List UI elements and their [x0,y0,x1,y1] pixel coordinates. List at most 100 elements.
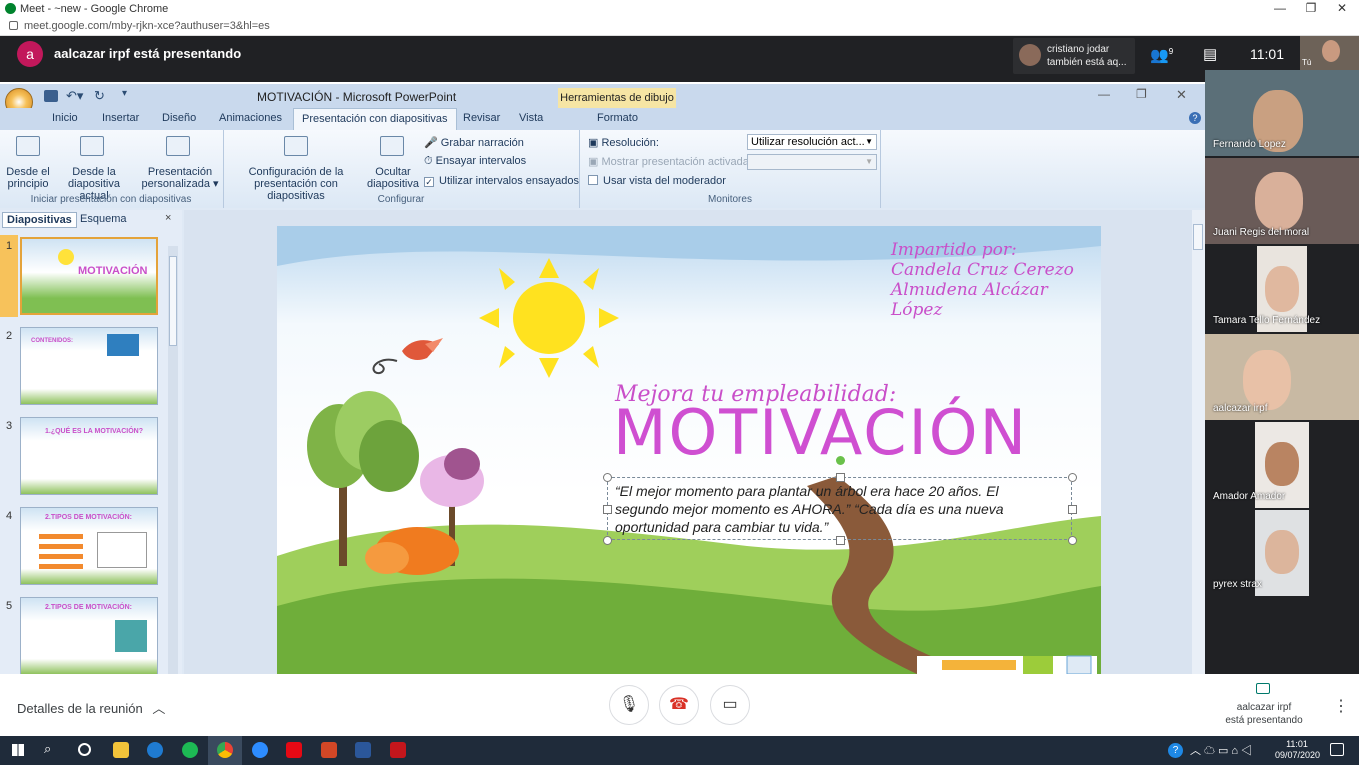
tab-formato[interactable]: Formato [597,112,638,124]
credits-name-1: Candela Cruz Cerezo [891,260,1074,280]
restore-icon[interactable]: ❐ [1136,87,1147,101]
quote-line: segundo mejor momento es AHORA.” “Cada d… [615,501,1004,517]
participant-tile[interactable]: Fernando Lopez [1205,70,1359,156]
tab-outline[interactable]: Esquema [80,213,126,225]
taskbar-clock[interactable]: 11:01 09/07/2020 [1275,739,1320,761]
tab-presentacion[interactable]: Presentación con diapositivas [293,108,457,130]
tab-slides[interactable]: Diapositivas [2,212,77,228]
undo-icon[interactable]: ↶▾ [66,88,83,104]
quote-textbox[interactable]: “El mejor momento para plantar un árbol … [603,456,1077,545]
panel-scrollbar[interactable] [168,246,178,676]
credits-block: Impartido por: Candela Cruz Cerezo Almud… [891,240,1101,320]
meet-logo-icon [5,3,16,14]
sponsor-logo [942,660,1016,670]
tab-inicio[interactable]: Inicio [52,112,78,124]
address-bar[interactable]: meet.google.com/mby-rjkn-xce?authuser=3&… [24,20,270,32]
presenter-status[interactable]: aalcazar irpf está presentando [1214,701,1314,727]
custom-show-button[interactable]: Presentación personalizada ▾ [140,166,220,190]
redo-icon[interactable]: ↻ [94,88,105,104]
ppt-window-title: MOTIVACIÓN - Microsoft PowerPoint [257,90,457,104]
from-start-button[interactable]: Desde el principio [3,166,53,190]
slide-thumbnail-5[interactable]: 2.TIPOS DE MOTIVACIÓN: [20,597,158,675]
people-icon[interactable]: 👥9 [1150,46,1173,64]
checkbox-unchecked-icon [588,175,598,185]
participant-tile[interactable]: Juani Regis del moral [1205,158,1359,244]
show-on-select[interactable]: ▼ [747,154,877,170]
minimize-icon[interactable]: — [1098,87,1110,101]
end-call-button[interactable]: ☎ [659,685,699,725]
cortana-icon[interactable] [78,743,91,756]
windows-start-icon[interactable] [12,744,24,756]
avatar: a [17,41,43,67]
bird-icon [372,338,443,374]
slide-thumbnail-3[interactable]: 1.¿QUÉ ES LA MOTIVACIÓN? [20,417,158,495]
edge-icon[interactable] [147,742,163,758]
file-explorer-icon[interactable] [113,742,129,758]
quick-access-menu-icon[interactable]: ▾ [122,88,127,99]
setup-show-icon [284,136,308,156]
chrome-icon[interactable] [217,742,233,758]
current-slide[interactable]: Impartido por: Candela Cruz Cerezo Almud… [277,226,1101,674]
system-tray-icons[interactable]: ︿☁▭⌂◁ [1190,742,1255,758]
zoom-icon[interactable] [252,742,268,758]
slide-number: 1 [6,240,13,252]
present-screen-icon[interactable] [1256,683,1270,694]
camera-button[interactable]: ▭ [710,685,750,725]
minimize-icon[interactable]: — [1264,0,1296,16]
chat-icon[interactable]: ▤ [1203,45,1217,63]
tab-vista[interactable]: Vista [519,112,543,124]
tab-diseno[interactable]: Diseño [162,112,196,124]
use-timings-checkbox[interactable]: ✓ Utilizar intervalos ensayados [424,175,579,187]
slide-title[interactable]: MOTIVACIÓN [613,396,1028,469]
slide-thumbnail-4[interactable]: 2.TIPOS DE MOTIVACIÓN: [20,507,158,585]
hang-up-icon: ☎ [669,696,689,713]
save-icon[interactable] [44,90,58,102]
word-icon[interactable] [355,742,371,758]
microphone-icon: 🎤 [424,137,438,149]
restore-icon[interactable]: ❐ [1295,0,1327,16]
tab-insertar[interactable]: Insertar [102,112,139,124]
rotate-handle[interactable] [836,456,845,465]
participant-tile[interactable]: Tamara Tello Fernández [1205,246,1359,332]
netflix-icon[interactable] [286,742,302,758]
credits-name-2: Almudena Alcázar López [891,280,1048,320]
help-icon[interactable]: ? [1189,112,1201,124]
close-icon[interactable]: ✕ [1176,87,1187,103]
record-narration-button[interactable]: 🎤 Grabar narración [424,136,524,149]
notifications-icon[interactable] [1330,743,1344,756]
help-icon[interactable]: ? [1168,743,1183,758]
participant-name: pyrex strax [1213,579,1262,590]
close-icon[interactable]: × [165,212,171,224]
hide-slide-button[interactable]: Ocultar diapositiva [366,166,420,190]
tab-animaciones[interactable]: Animaciones [219,112,282,124]
meeting-details-button[interactable]: Detalles de la reunión ︿ [17,698,165,717]
participant-tile[interactable]: Amador Amador [1205,422,1359,508]
group-label-configurar: Configurar [377,194,425,205]
close-icon[interactable]: ✕ [1326,0,1358,16]
lock-icon [9,21,18,30]
powerpoint-icon[interactable] [321,742,337,758]
notification-text: también está aq... [1047,57,1127,68]
acrobat-icon[interactable] [390,742,406,758]
microphone-icon: 🎙 [618,696,640,713]
search-icon[interactable]: ⌕ [44,741,51,757]
participant-tile[interactable]: aalcazar irpf [1205,334,1359,420]
microphone-button[interactable]: 🎙 [609,685,649,725]
monitor-icon: ▣ [588,137,599,149]
more-options-icon[interactable]: ⋮ [1333,696,1349,716]
resolution-select[interactable]: Utilizar resolución act... ▼ [747,134,877,150]
chevron-up-icon: ︿ [152,701,166,716]
participant-name: Juani Regis del moral [1213,227,1310,238]
tab-revisar[interactable]: Revisar [463,112,500,124]
spotify-icon[interactable] [182,742,198,758]
presenter-view-checkbox[interactable]: Usar vista del moderador [588,175,726,187]
rehearse-timings-button[interactable]: ⏱ Ensayar intervalos [424,155,526,168]
editor-scrollbar[interactable] [1192,210,1205,674]
play-current-icon [80,136,104,156]
slide-thumbnail-1[interactable]: MOTIVACIÓN [20,237,158,315]
slide-thumbnail-2[interactable]: CONTENIDOS: [20,327,158,405]
use-timings-label: Utilizar intervalos ensayados [439,175,580,187]
slide-number: 3 [6,420,13,432]
quote-text: “El mejor momento para plantar un árbol … [615,482,1065,536]
participant-tile[interactable]: pyrex strax [1205,510,1359,596]
